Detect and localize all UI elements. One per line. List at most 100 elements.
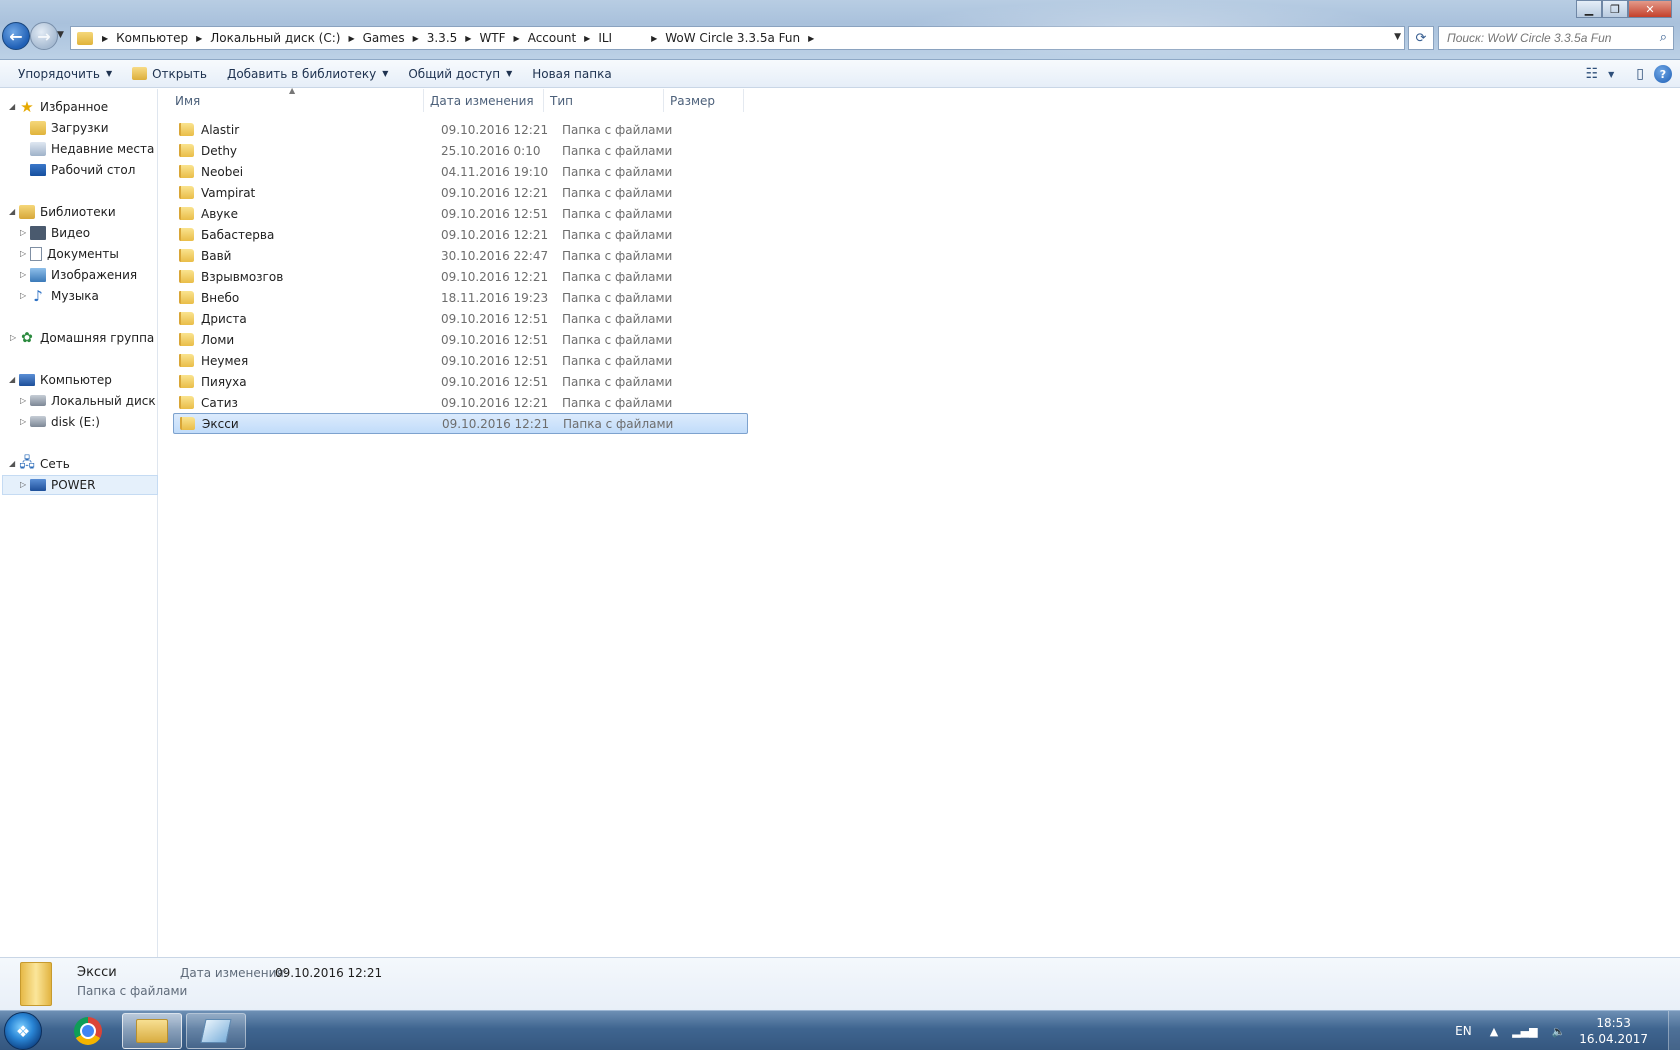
taskbar-chrome[interactable] <box>58 1013 118 1049</box>
file-row[interactable]: Бабастерва 09.10.2016 12:21 Папка с файлам… <box>173 224 748 245</box>
clock[interactable]: 18:53 16.04.2017 <box>1579 1015 1648 1047</box>
file-row[interactable]: Неумея 09.10.2016 12:51 Папка с файлами <box>173 350 748 371</box>
nav-item-recent[interactable]: Недавние места <box>30 138 154 159</box>
chevron-right-icon[interactable]: ▶ <box>581 34 596 43</box>
breadcrumb-realm[interactable]: WoW Circle 3.3.5a Fun <box>663 31 805 45</box>
expand-icon[interactable]: ▷ <box>10 333 16 342</box>
taskbar-app[interactable] <box>186 1013 246 1049</box>
chevron-right-icon[interactable]: ▶ <box>511 34 526 43</box>
expand-icon[interactable]: ▷ <box>20 396 26 405</box>
show-hidden-icons-icon[interactable]: ▲ <box>1490 1025 1498 1038</box>
breadcrumb-wtf[interactable]: WTF <box>477 31 510 45</box>
file-row[interactable]: Дриста 09.10.2016 12:51 Папка с файлами <box>173 308 748 329</box>
file-row[interactable]: Пияуха 09.10.2016 12:51 Папка с файлами <box>173 371 748 392</box>
column-header-size[interactable]: Размер <box>664 89 744 112</box>
file-row[interactable]: Neobei 04.11.2016 19:10 Папка с файлами <box>173 161 748 182</box>
address-bar[interactable]: ▶ Компьютер ▶ Локальный диск (C:) ▶ Games ▶… <box>70 26 1405 50</box>
file-row[interactable]: Вавй 30.10.2016 22:47 Папка с файлами <box>173 245 748 266</box>
expand-collapse-icon[interactable]: ◢ <box>9 375 15 384</box>
expand-icon[interactable]: ▷ <box>20 249 26 258</box>
file-row[interactable]: Внебо 18.11.2016 19:23 Папка с файлами <box>173 287 748 308</box>
open-button[interactable]: Открыть <box>122 60 217 88</box>
show-desktop-button[interactable] <box>1668 1011 1680 1050</box>
history-dropdown-icon[interactable]: ▼ <box>57 30 64 40</box>
expand-icon[interactable]: ▷ <box>20 417 26 426</box>
nav-item-desktop[interactable]: Рабочий стол <box>30 159 135 180</box>
volume-icon[interactable]: 🔈 <box>1552 1025 1566 1038</box>
nav-label: Видео <box>51 225 91 240</box>
taskbar-explorer[interactable] <box>122 1013 182 1049</box>
file-row[interactable]: Ломи 09.10.2016 12:51 Папка с файлами <box>173 329 748 350</box>
column-header-name[interactable]: ▲ Имя <box>169 86 424 112</box>
close-button[interactable]: ✕ <box>1628 0 1672 18</box>
nav-item-power[interactable]: POWER <box>30 474 95 495</box>
file-row[interactable]: Авуке 09.10.2016 12:51 Папка с файлами <box>173 203 748 224</box>
column-header-date[interactable]: Дата изменения <box>424 89 544 112</box>
refresh-button[interactable]: ⟳ <box>1408 26 1434 50</box>
language-indicator[interactable]: EN <box>1455 1024 1472 1038</box>
file-row[interactable]: Alastir 09.10.2016 12:21 Папка с файлами <box>173 119 748 140</box>
expand-collapse-icon[interactable]: ◢ <box>9 207 15 216</box>
chevron-right-icon[interactable]: ▶ <box>410 34 425 43</box>
view-dropdown-icon[interactable]: ▼ <box>1608 70 1614 79</box>
add-to-library-button[interactable]: Добавить в библиотеку ▼ <box>217 60 398 88</box>
file-date: 09.10.2016 12:51 <box>441 206 549 221</box>
nav-item-video[interactable]: Видео <box>30 222 90 243</box>
expand-icon[interactable]: ▷ <box>20 480 26 489</box>
nav-item-downloads[interactable]: Загрузки <box>30 117 109 138</box>
share-button[interactable]: Общий доступ ▼ <box>398 60 522 88</box>
expand-icon[interactable]: ▷ <box>20 228 26 237</box>
nav-item-homegroup[interactable]: ✿ Домашняя группа <box>19 327 154 348</box>
nav-label: disk (E:) <box>51 414 100 429</box>
expand-icon[interactable]: ▷ <box>20 291 26 300</box>
nav-item-local-disk[interactable]: Локальный диск (C <box>30 390 172 411</box>
breadcrumb-games[interactable]: Games <box>361 31 410 45</box>
help-icon[interactable]: ? <box>1654 65 1672 83</box>
chevron-right-icon[interactable]: ▶ <box>99 34 114 43</box>
nav-item-network[interactable]: 🖧 Сеть <box>19 453 70 474</box>
nav-item-computer[interactable]: Компьютер <box>19 369 112 390</box>
new-folder-button[interactable]: Новая папка <box>522 60 621 88</box>
expand-icon[interactable]: ▷ <box>20 270 26 279</box>
nav-item-libraries[interactable]: Библиотеки <box>19 201 116 222</box>
file-type: Папка с файлами <box>563 416 674 431</box>
chevron-right-icon[interactable]: ▶ <box>462 34 477 43</box>
file-row[interactable]: Dethy 25.10.2016 0:10 Папка с файлами <box>173 140 748 161</box>
nav-item-music[interactable]: ♪ Музыка <box>30 285 99 306</box>
expand-collapse-icon[interactable]: ◢ <box>9 102 15 111</box>
search-icon[interactable]: ⌕ <box>1660 30 1667 45</box>
nav-item-disk-e[interactable]: disk (E:) <box>30 411 100 432</box>
chevron-right-icon[interactable]: ▶ <box>345 34 360 43</box>
breadcrumb-account[interactable]: Account <box>526 31 581 45</box>
view-options-icon[interactable]: ☷ <box>1586 66 1599 82</box>
maximize-button[interactable]: ❐ <box>1602 0 1628 18</box>
chevron-right-icon[interactable]: ▶ <box>193 34 208 43</box>
column-header-type[interactable]: Тип <box>544 89 664 112</box>
network-signal-icon[interactable]: ▂▄▆ <box>1512 1025 1537 1038</box>
preview-pane-icon[interactable]: ▯ <box>1636 66 1644 82</box>
breadcrumb-335[interactable]: 3.3.5 <box>425 31 463 45</box>
expand-collapse-icon[interactable]: ◢ <box>9 459 15 468</box>
minimize-icon: ▁ <box>1584 2 1594 16</box>
file-row[interactable]: Vampirat 09.10.2016 12:21 Папка с файлами <box>173 182 748 203</box>
view-controls: ☷ ▼ ▯ ? <box>1586 60 1672 88</box>
breadcrumb-computer[interactable]: Компьютер <box>114 31 193 45</box>
chevron-right-icon[interactable]: ▶ <box>805 34 820 43</box>
file-row[interactable]: Взрывмозгов 09.10.2016 12:21 Папка с файла… <box>173 266 748 287</box>
chevron-right-icon[interactable]: ▶ <box>648 34 663 43</box>
back-button[interactable]: ← <box>2 22 30 50</box>
search-input[interactable] <box>1447 31 1647 45</box>
forward-button[interactable]: → <box>30 22 58 50</box>
nav-item-documents[interactable]: Документы <box>30 243 119 264</box>
file-row[interactable]: Эксси 09.10.2016 12:21 Папка с файлами <box>173 413 748 434</box>
nav-item-images[interactable]: Изображения <box>30 264 137 285</box>
close-icon: ✕ <box>1645 2 1655 16</box>
minimize-button[interactable]: ▁ <box>1576 0 1602 18</box>
nav-item-favorites[interactable]: ★ Избранное <box>19 96 108 117</box>
start-button[interactable]: ❖ <box>4 1012 42 1050</box>
search-box[interactable]: ⌕ <box>1438 26 1674 50</box>
breadcrumb-local-disk[interactable]: Локальный диск (C:) <box>208 31 345 45</box>
file-row[interactable]: Сатиз 09.10.2016 12:21 Папка с файлами <box>173 392 748 413</box>
address-dropdown-icon[interactable]: ▼ <box>1394 32 1401 42</box>
organize-button[interactable]: Упорядочить ▼ <box>8 60 122 88</box>
